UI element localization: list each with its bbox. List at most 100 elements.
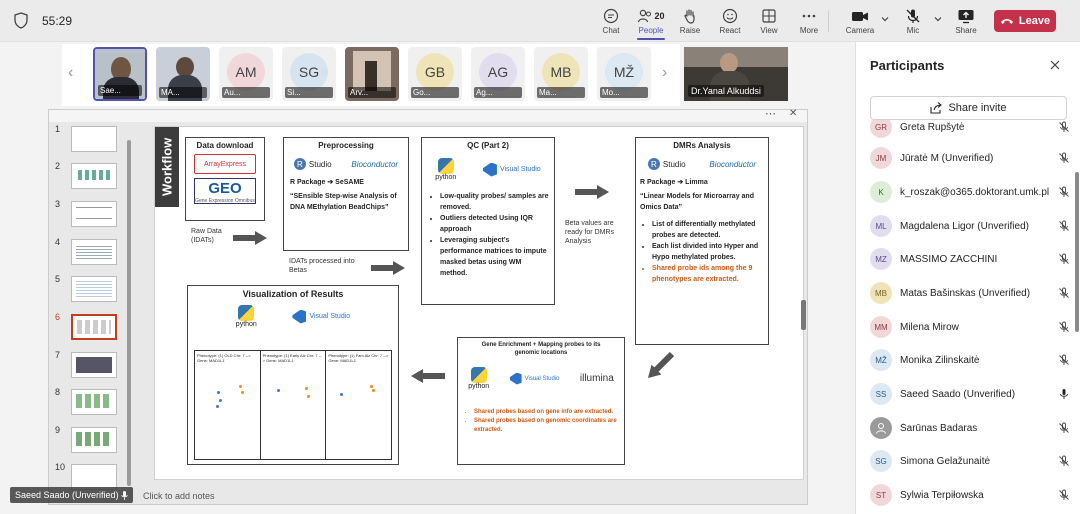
participants-scrollbar[interactable] xyxy=(1075,172,1079,332)
avatar: SG xyxy=(870,450,892,472)
participant-name: Šarūnas Badaras xyxy=(900,422,978,434)
video-tile[interactable]: Arv... xyxy=(345,47,399,101)
tile-name: Si... xyxy=(285,87,333,98)
camera-options-chevron-icon[interactable] xyxy=(880,14,890,24)
raise-hand-button[interactable]: Raise xyxy=(670,6,710,35)
slide-thumbnail[interactable] xyxy=(71,427,117,453)
more-button[interactable]: More xyxy=(789,6,829,35)
speaker-video-tile[interactable]: Dr.Yanal Alkuddsi xyxy=(684,47,788,101)
video-tile[interactable]: AM Au... xyxy=(219,47,273,101)
participant-row[interactable]: Šarūnas Badaras xyxy=(870,415,1070,441)
speaker-caption: Saeed Saado (Unverified) xyxy=(10,487,134,503)
shield-icon xyxy=(14,12,28,29)
participant-row[interactable]: ST Sylwia Terpiłowska xyxy=(870,482,1070,508)
visual-studio-logo: Visual Studio xyxy=(292,309,350,324)
rstudio-logo: R Studio xyxy=(293,158,332,170)
chat-icon xyxy=(603,8,619,24)
mic-muted-icon xyxy=(1059,220,1069,231)
avatar: MZ xyxy=(870,248,892,270)
participant-row[interactable]: Kk_roszak@o365.doktorant.umk.pl xyxy=(870,179,1070,205)
share-invite-button[interactable]: Share invite xyxy=(870,96,1067,120)
qc-item: Low-quality probes/ samples are removed. xyxy=(440,191,550,213)
beta-ready-text: Beta values are ready for DMRs Analysis xyxy=(565,220,615,245)
tile-avatar: AM xyxy=(227,53,265,91)
avatar: JM xyxy=(870,147,892,169)
camera-button[interactable]: Camera xyxy=(840,6,880,35)
video-tile[interactable]: GB Go... xyxy=(408,47,462,101)
slide-thumbnail[interactable] xyxy=(71,201,117,227)
video-tile[interactable]: MA... xyxy=(156,47,210,101)
video-tile[interactable]: MB Ma... xyxy=(534,47,588,101)
illumina-logo: illumina xyxy=(579,373,614,384)
mic-muted-icon xyxy=(1059,152,1069,163)
shared-presentation[interactable]: ⋯ ✕ 1 2 3 4 5 6 7 8 9 10 Workflow Data d… xyxy=(48,107,808,505)
share-screen-icon xyxy=(958,10,974,24)
arrayexpress-logo: ArrayExpress xyxy=(194,154,256,174)
slide-scrollbar[interactable] xyxy=(801,300,806,330)
people-count: 20 xyxy=(654,11,665,21)
participant-name: Greta Rupšytė xyxy=(900,121,965,133)
leave-button[interactable]: Leave xyxy=(994,10,1056,32)
participant-row[interactable]: SS Saeed Saado (Unverified) xyxy=(870,381,1070,407)
participant-row[interactable]: MB Matas Bašinskas (Unverified) xyxy=(870,280,1070,306)
tile-avatar: MŽ xyxy=(605,53,643,91)
slide-thumbnail[interactable] xyxy=(71,352,117,378)
strip-prev-arrow-icon[interactable]: ‹ xyxy=(68,64,73,82)
dmr-analysis-box: DMRs Analysis R Studio Bioconductor R Pac… xyxy=(635,137,769,345)
share-label: Share xyxy=(955,26,977,35)
slide-thumbnail[interactable] xyxy=(71,276,117,302)
notes-field[interactable]: Click to add notes xyxy=(143,491,215,501)
mic-options-chevron-icon[interactable] xyxy=(933,14,943,24)
thumbnail-scrollbar[interactable] xyxy=(127,140,131,486)
mic-muted-icon xyxy=(1059,121,1069,132)
slide-number: 2 xyxy=(55,161,61,171)
geo-subtitle: Gene Expression Omnibus xyxy=(195,198,255,204)
dmr-highlight-item: Shared probe ids among the 9 phenotypes … xyxy=(652,263,764,285)
strip-next-arrow-icon[interactable]: › xyxy=(662,64,667,82)
video-tile[interactable]: Sae... xyxy=(93,47,147,101)
bioconductor-logo: Bioconductor xyxy=(709,159,757,169)
mic-button[interactable]: Mic xyxy=(893,6,933,35)
slide-number: 3 xyxy=(55,199,61,209)
slide-thumbnail-selected[interactable] xyxy=(71,314,117,340)
share-button[interactable]: Share xyxy=(946,6,986,35)
avatar: MŽ xyxy=(870,349,892,371)
participant-row[interactable]: GR Greta Rupšytė xyxy=(870,120,1070,140)
participant-row[interactable]: MM Milena Mirow xyxy=(870,314,1070,340)
chat-button[interactable]: Chat xyxy=(591,6,631,35)
participant-row[interactable]: SG Simona Gelažunaitė xyxy=(870,448,1070,474)
mic-muted-icon xyxy=(1059,354,1069,365)
tile-name: Sae... xyxy=(98,85,142,96)
tile-avatar: MB xyxy=(542,53,580,91)
video-tile[interactable]: AG Ag... xyxy=(471,47,525,101)
camera-icon xyxy=(852,12,868,21)
video-tile[interactable]: MŽ Mo... xyxy=(597,47,651,101)
tile-name: Ma... xyxy=(537,87,585,98)
slide-thumbnail[interactable] xyxy=(71,239,117,265)
meeting-toolbar: 55:29 Chat 20 People Raise React View Mo… xyxy=(0,0,1080,42)
react-button[interactable]: React xyxy=(710,6,750,35)
people-button[interactable]: 20 People xyxy=(631,6,671,40)
view-button[interactable]: View xyxy=(749,6,789,35)
participant-row[interactable]: ML Magdalena Ligor (Unverified) xyxy=(870,213,1070,239)
react-label: React xyxy=(719,26,741,35)
mic-label: Mic xyxy=(906,26,920,35)
box-title: QC (Part 2) xyxy=(467,141,509,150)
slide-thumbnail[interactable] xyxy=(71,389,117,415)
presentation-close-icon[interactable]: ✕ xyxy=(789,108,797,119)
flow-arrow-icon xyxy=(575,185,609,199)
participant-row[interactable]: MZ MASSIMO ZACCHINI xyxy=(870,246,1070,272)
participant-row[interactable]: JM Jūratė M (Unverified) xyxy=(870,145,1070,171)
presentation-more-icon[interactable]: ⋯ xyxy=(765,107,776,120)
dmr-item: List of differentially methylated probes… xyxy=(652,219,764,241)
slide-canvas: Workflow Data download ArrayExpress GEO G… xyxy=(154,126,804,480)
tile-avatar: AG xyxy=(479,53,517,91)
video-tile[interactable]: SG Si... xyxy=(282,47,336,101)
slide-thumbnail[interactable] xyxy=(71,163,117,189)
participant-row[interactable]: MŽ Monika Žilinskaitė xyxy=(870,347,1070,373)
sesame-description: “SEnsible Step-wise Analysis of DNA MEth… xyxy=(290,193,397,211)
avatar: MM xyxy=(870,316,892,338)
close-icon[interactable] xyxy=(1049,59,1061,71)
slide-thumbnail[interactable] xyxy=(71,126,117,152)
participant-name: Monika Žilinskaitė xyxy=(900,354,980,366)
